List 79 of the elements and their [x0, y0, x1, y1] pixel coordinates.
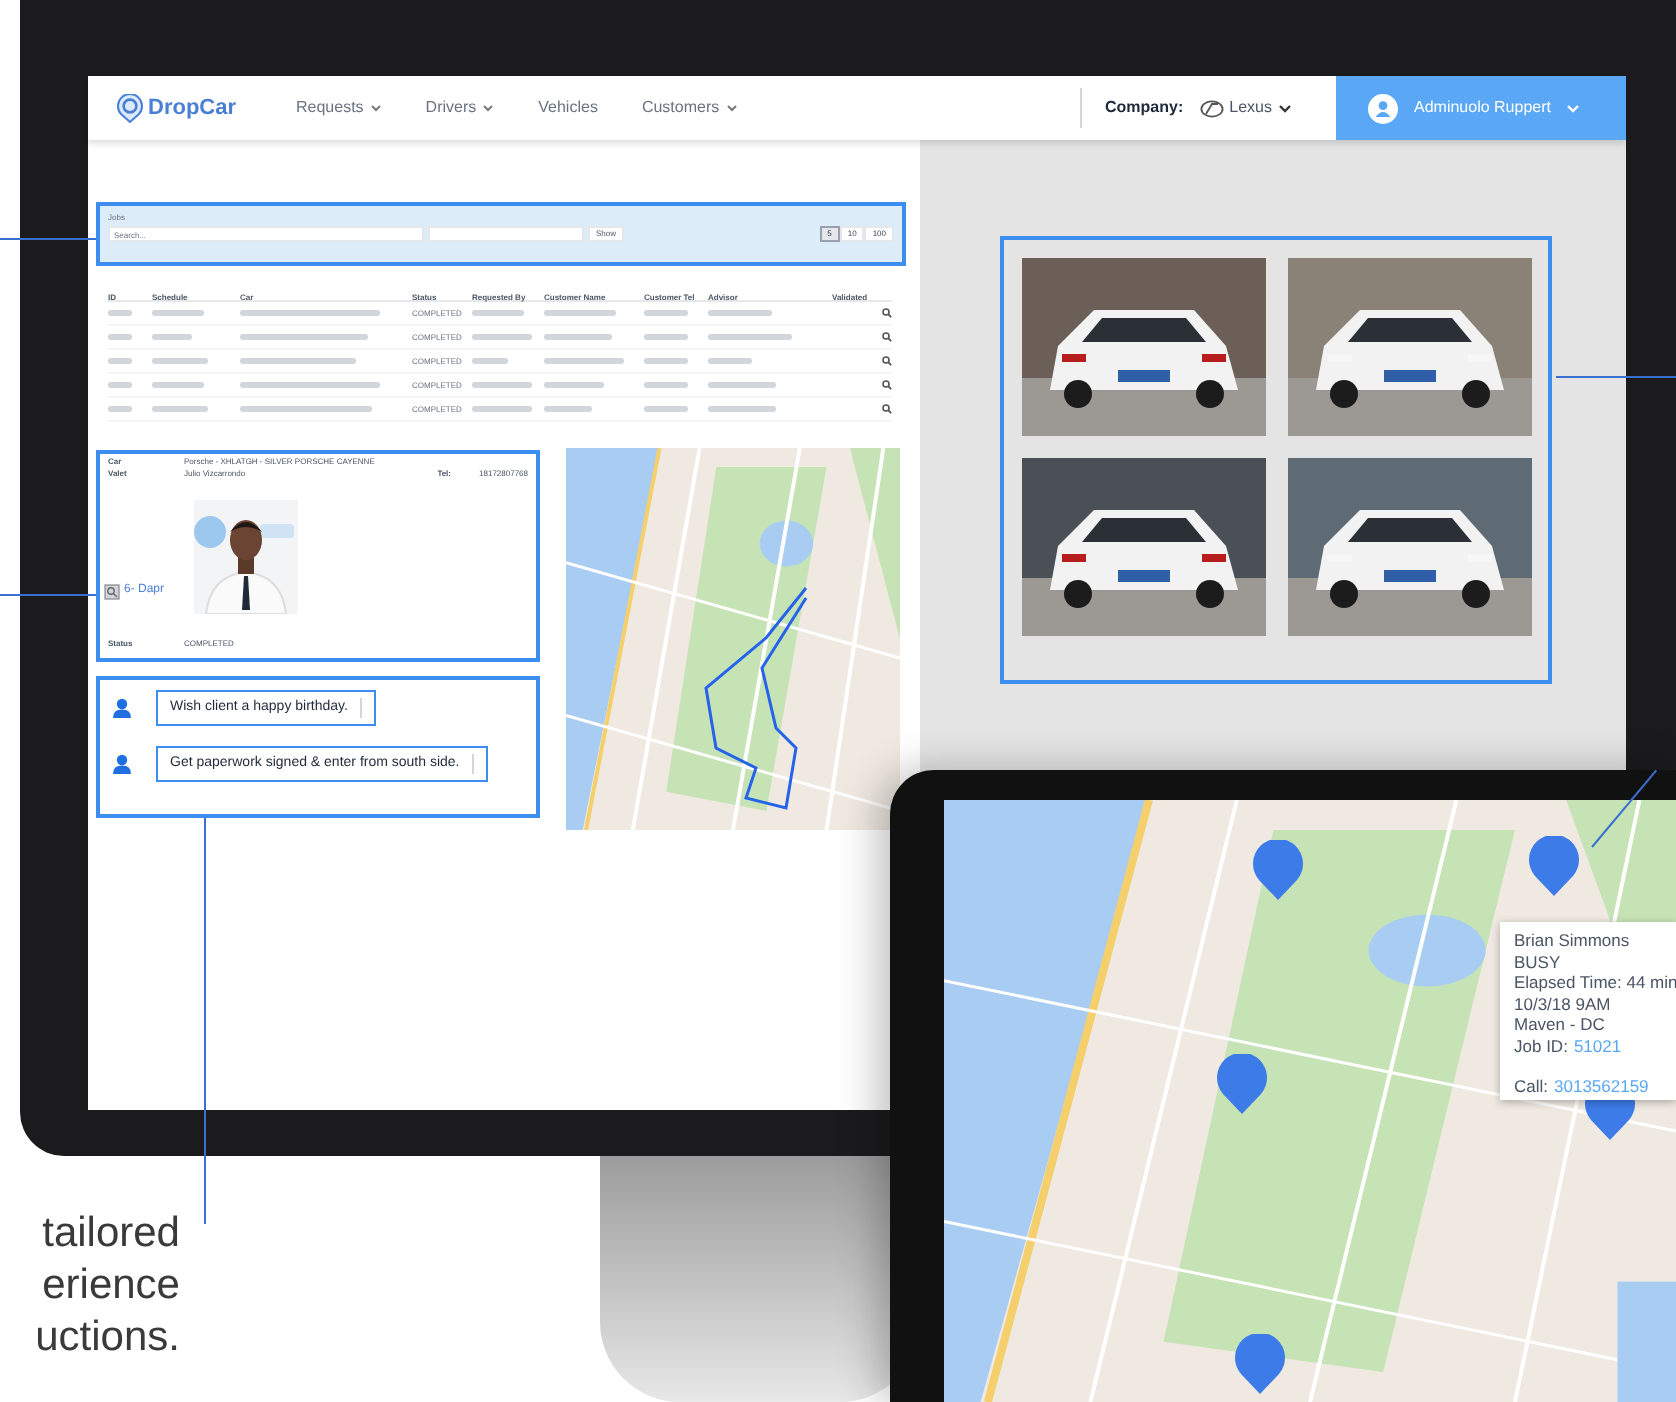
popup-text: Maven - DC — [1514, 1014, 1607, 1035]
blurred-text — [708, 382, 776, 388]
blurred-text — [544, 334, 612, 340]
blurred-text — [152, 310, 204, 316]
company-logo-icon — [1199, 99, 1224, 117]
job-link[interactable]: 51021 — [1573, 1035, 1622, 1056]
blurred-text — [644, 406, 688, 412]
filter-field[interactable] — [428, 226, 584, 242]
caret-icon — [1278, 103, 1292, 113]
attachment-icon — [104, 583, 120, 599]
user-avatar-icon — [1368, 93, 1398, 123]
blurred-text — [644, 310, 688, 316]
blurred-text — [108, 310, 132, 316]
user-icon — [112, 754, 132, 774]
blurred-text — [708, 310, 772, 316]
user-icon — [112, 698, 132, 718]
caret-icon — [369, 104, 382, 112]
popup-text: BUSY — [1514, 951, 1563, 972]
logo-text: DropCar — [148, 93, 237, 124]
blurred-text — [240, 358, 356, 364]
blurred-text — [472, 334, 532, 340]
blurred-text — [240, 310, 380, 316]
popup-text: Call: — [1514, 1076, 1549, 1097]
blurred-text — [152, 334, 192, 340]
company-label: Company: — [1105, 96, 1184, 120]
caret-icon — [725, 104, 738, 112]
blurred-text — [708, 334, 792, 340]
popup-text: Job ID: — [1514, 1035, 1568, 1056]
search-icon[interactable] — [882, 404, 892, 414]
search-icon[interactable] — [882, 308, 892, 318]
caret-icon — [482, 104, 495, 112]
phone-link[interactable]: 3013562159 — [1554, 1076, 1649, 1097]
blurred-text — [472, 382, 532, 388]
search-icon[interactable] — [882, 332, 892, 342]
caption-text: uctions. — [35, 1312, 180, 1364]
map-pin-icon[interactable] — [1234, 1334, 1286, 1394]
nav-menu-item[interactable]: Drivers — [425, 96, 495, 120]
blurred-text — [240, 382, 380, 388]
blurred-text — [108, 382, 132, 388]
blurred-text — [108, 406, 132, 412]
blurred-text — [152, 406, 208, 412]
map-pin-icon[interactable] — [1252, 840, 1304, 900]
map-pin-icon[interactable] — [1528, 836, 1580, 896]
caption-text: erience — [42, 1260, 180, 1312]
blurred-text — [708, 358, 752, 364]
popup-text: 10/3/18 9AM — [1514, 993, 1613, 1014]
blurred-text — [472, 406, 532, 412]
popup-text: Brian Simmons — [1514, 930, 1632, 951]
blurred-text — [644, 358, 688, 364]
nav-menu-item[interactable]: Customers — [641, 96, 738, 120]
nav-menu-item[interactable]: Vehicles — [538, 96, 598, 120]
blurred-text — [644, 334, 688, 340]
leader-line — [0, 594, 96, 596]
blurred-text — [152, 382, 204, 388]
popup-text: Elapsed Time: 44 min — [1514, 972, 1676, 993]
nav-menu-item[interactable]: Requests — [296, 96, 382, 120]
map-pin-icon[interactable] — [1216, 1054, 1268, 1114]
search-icon[interactable] — [882, 356, 892, 366]
blurred-text — [544, 382, 604, 388]
blurred-text — [472, 358, 508, 364]
blurred-text — [544, 310, 616, 316]
search-icon[interactable] — [882, 380, 892, 390]
caption-text: tailored — [42, 1208, 180, 1260]
blurred-text — [240, 334, 368, 340]
blurred-text — [152, 358, 208, 364]
blurred-text — [108, 358, 132, 364]
leader-line — [1556, 376, 1676, 378]
blurred-text — [708, 406, 776, 412]
user-menu-button[interactable]: Adminuolo Ruppert — [1336, 76, 1626, 140]
logo-icon — [116, 93, 144, 123]
blurred-text — [240, 406, 372, 412]
blurred-text — [544, 358, 624, 364]
blurred-text — [472, 310, 524, 316]
blurred-text — [108, 334, 132, 340]
caret-icon — [1566, 103, 1581, 113]
company-dropdown[interactable]: Lexus — [1199, 96, 1292, 120]
blurred-text — [644, 382, 688, 388]
blurred-text — [544, 406, 592, 412]
leader-line — [0, 238, 96, 240]
